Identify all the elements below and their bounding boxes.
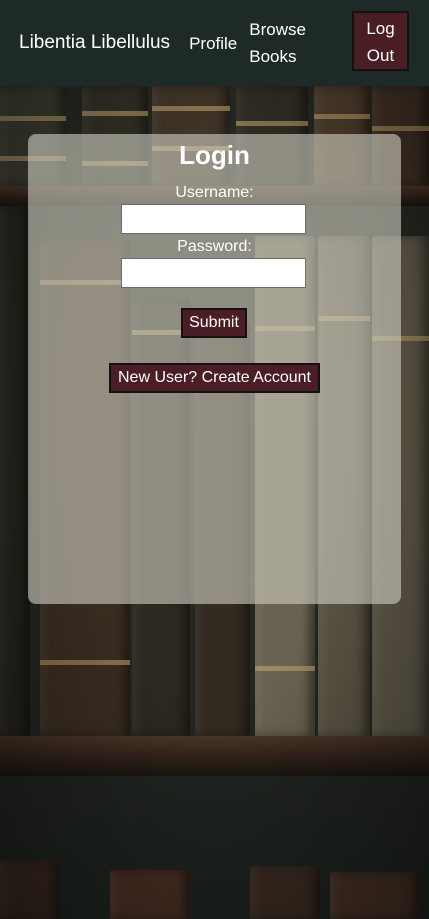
brand-link[interactable]: Libentia Libellulus: [19, 32, 170, 54]
username-label: Username:: [175, 184, 254, 201]
submit-button[interactable]: Submit: [181, 308, 247, 338]
password-label: Password:: [177, 238, 252, 255]
logout-button[interactable]: Log Out: [352, 11, 409, 71]
create-account-button[interactable]: New User? Create Account: [109, 363, 320, 393]
nav-profile-link[interactable]: Profile: [189, 30, 237, 57]
login-title: Login: [179, 140, 250, 170]
username-input[interactable]: [121, 204, 306, 234]
login-panel: Login Username: Password: Submit New Use…: [28, 134, 401, 604]
password-input[interactable]: [121, 258, 306, 288]
top-navbar: Libentia Libellulus Profile Browse Books…: [0, 0, 429, 86]
nav-browse-books-link[interactable]: Browse Books: [249, 16, 315, 70]
